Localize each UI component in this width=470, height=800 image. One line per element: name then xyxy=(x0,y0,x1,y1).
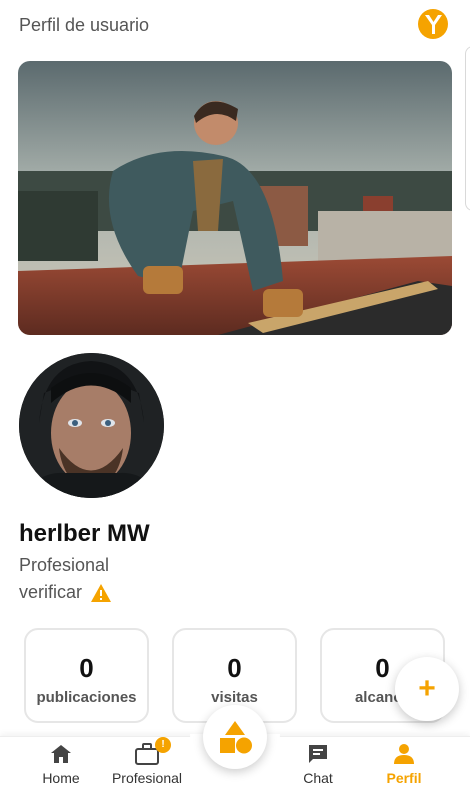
nav-item-profesional[interactable]: Profesional xyxy=(104,742,190,798)
yummy-logo-icon[interactable] xyxy=(418,9,448,39)
nav-label: Chat xyxy=(303,770,333,786)
side-drawer-handle[interactable] xyxy=(465,46,470,211)
nav-item-chat[interactable]: Chat xyxy=(296,742,340,798)
notification-badge: ! xyxy=(155,737,171,753)
stat-value: 0 xyxy=(79,653,94,683)
shapes-icon xyxy=(220,721,252,754)
page-title: Perfil de usuario xyxy=(19,15,150,35)
nav-label: Perfil xyxy=(386,770,422,786)
user-role: Profesional xyxy=(19,555,110,575)
add-button[interactable]: + xyxy=(395,657,459,721)
app-header: Perfil de usuario xyxy=(0,0,470,50)
user-name: herlber MW xyxy=(19,520,150,547)
stat-label: publicaciones xyxy=(36,689,137,706)
stat-value: 0 xyxy=(227,653,242,683)
chat-icon xyxy=(309,745,327,763)
stat-card-publicaciones[interactable]: 0 publicaciones xyxy=(24,628,149,723)
center-action-button[interactable] xyxy=(203,705,267,769)
nav-label: Profesional xyxy=(111,770,183,786)
plus-icon: + xyxy=(418,672,436,705)
home-icon xyxy=(51,745,71,763)
verify-link[interactable]: verificar xyxy=(19,582,112,603)
nav-item-home[interactable]: Home xyxy=(35,742,87,798)
cover-image xyxy=(18,61,452,335)
nav-label: Home xyxy=(42,770,80,786)
warning-icon xyxy=(91,583,112,602)
avatar[interactable] xyxy=(19,353,164,498)
verify-label: verificar xyxy=(19,582,83,602)
nav-item-perfil[interactable]: Perfil xyxy=(380,742,428,798)
person-icon xyxy=(394,744,414,764)
stat-label: visitas xyxy=(211,689,258,706)
